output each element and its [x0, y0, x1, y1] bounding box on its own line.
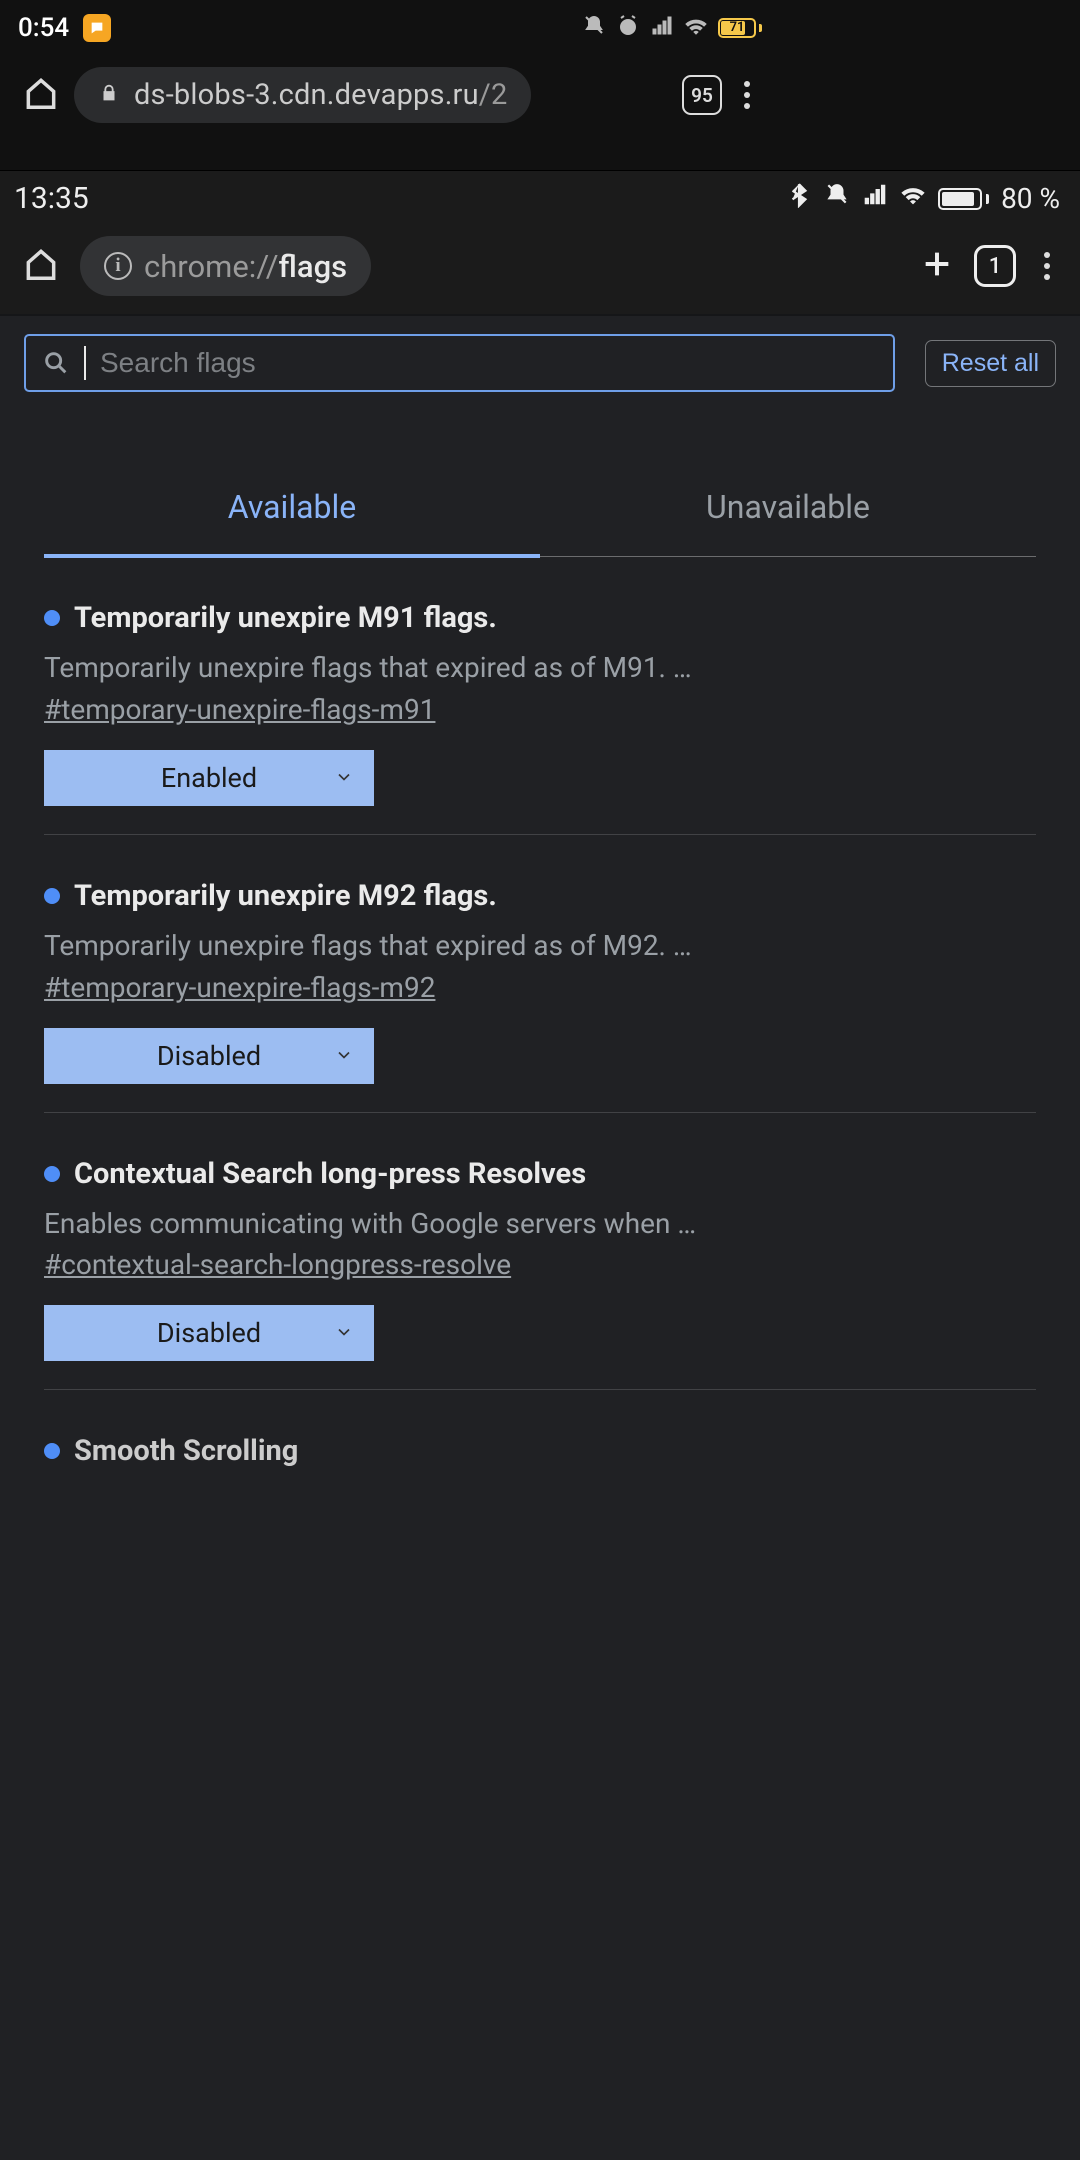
- inner-statusbar: 13:35 80 %: [0, 171, 1080, 226]
- search-flags-box[interactable]: [24, 334, 895, 392]
- flag-anchor-link[interactable]: #temporary-unexpire-flags-m91: [44, 693, 435, 726]
- flag-title: Smooth Scrolling: [74, 1434, 298, 1468]
- flag-select[interactable]: Enabled: [44, 750, 374, 806]
- inner-battery-text: 80 %: [1001, 182, 1060, 215]
- flag-select[interactable]: Disabled: [44, 1305, 374, 1361]
- inner-time: 13:35: [14, 181, 89, 216]
- dnd-icon: [824, 182, 850, 215]
- inner-menu-button[interactable]: [1036, 248, 1058, 284]
- flag-item: Temporarily unexpire M91 flags. Temporar…: [44, 557, 1036, 835]
- flag-title: Temporarily unexpire M91 flags.: [74, 601, 497, 635]
- flag-item: Temporarily unexpire M92 flags. Temporar…: [44, 835, 1036, 1113]
- modified-bullet-icon: [44, 888, 60, 904]
- inner-screenshot: 13:35 80 % i chrome://flags 1: [0, 170, 1080, 2160]
- flags-list[interactable]: Temporarily unexpire M91 flags. Temporar…: [0, 557, 1080, 1468]
- search-input[interactable]: [100, 347, 877, 379]
- chevron-down-icon: [334, 762, 354, 794]
- inner-url-bar[interactable]: i chrome://flags: [80, 236, 371, 296]
- flag-title: Temporarily unexpire M92 flags.: [74, 879, 497, 913]
- tab-unavailable[interactable]: Unavailable: [540, 464, 1036, 556]
- reset-all-button[interactable]: Reset all: [925, 340, 1056, 387]
- notification-app-icon: [83, 14, 111, 42]
- flag-select-value: Disabled: [157, 1040, 261, 1072]
- flag-anchor-link[interactable]: #temporary-unexpire-flags-m92: [44, 971, 435, 1004]
- flag-description: Temporarily unexpire flags that expired …: [44, 649, 1036, 687]
- flag-item: Contextual Search long-press Resolves En…: [44, 1113, 1036, 1391]
- inner-tab-switcher[interactable]: 1: [974, 245, 1016, 287]
- flag-anchor-link[interactable]: #contextual-search-longpress-resolve: [44, 1248, 511, 1281]
- chevron-down-icon: [334, 1317, 354, 1349]
- lock-icon: [98, 82, 120, 108]
- modified-bullet-icon: [44, 610, 60, 626]
- info-icon: i: [104, 252, 132, 280]
- outer-time: 0:54: [18, 13, 69, 43]
- alarm-icon: [616, 14, 640, 42]
- inner-chrome-toolbar: i chrome://flags 1: [0, 226, 1080, 314]
- search-icon: [42, 349, 70, 377]
- chevron-down-icon: [334, 1040, 354, 1072]
- flags-page: Reset all Available Unavailable Temporar…: [0, 314, 1080, 2160]
- flag-description: Temporarily unexpire flags that expired …: [44, 927, 1036, 965]
- dnd-icon: [582, 14, 606, 42]
- flag-item: Smooth Scrolling: [44, 1390, 1036, 1468]
- flag-select[interactable]: Disabled: [44, 1028, 374, 1084]
- outer-home-button[interactable]: [22, 74, 60, 116]
- flag-description: Enables communicating with Google server…: [44, 1205, 1036, 1243]
- new-tab-button[interactable]: [920, 247, 954, 285]
- outer-chrome-toolbar: ds-blobs-3.cdn.devapps.ru/2 95: [0, 55, 780, 145]
- modified-bullet-icon: [44, 1166, 60, 1182]
- modified-bullet-icon: [44, 1443, 60, 1459]
- signal-icon: [650, 14, 674, 42]
- outer-menu-button[interactable]: [736, 77, 758, 113]
- tabs: Available Unavailable: [44, 464, 1036, 557]
- flag-title: Contextual Search long-press Resolves: [74, 1157, 586, 1191]
- wifi-icon: [684, 14, 708, 42]
- flag-select-value: Disabled: [157, 1317, 261, 1349]
- tab-available[interactable]: Available: [44, 464, 540, 558]
- text-cursor: [84, 346, 86, 380]
- outer-battery-icon: 71: [718, 18, 762, 38]
- inner-battery-icon: [938, 188, 989, 210]
- inner-home-button[interactable]: [22, 245, 60, 287]
- wifi-icon: [900, 182, 926, 215]
- bluetooth-icon: [786, 182, 812, 215]
- signal-icon: [862, 182, 888, 215]
- outer-url-text: ds-blobs-3.cdn.devapps.ru/2: [134, 78, 507, 112]
- outer-statusbar: 0:54 71: [0, 0, 780, 55]
- outer-tab-switcher[interactable]: 95: [682, 75, 722, 115]
- flag-select-value: Enabled: [161, 762, 257, 794]
- inner-url-text: chrome://flags: [144, 248, 347, 285]
- outer-url-bar[interactable]: ds-blobs-3.cdn.devapps.ru/2: [74, 67, 531, 123]
